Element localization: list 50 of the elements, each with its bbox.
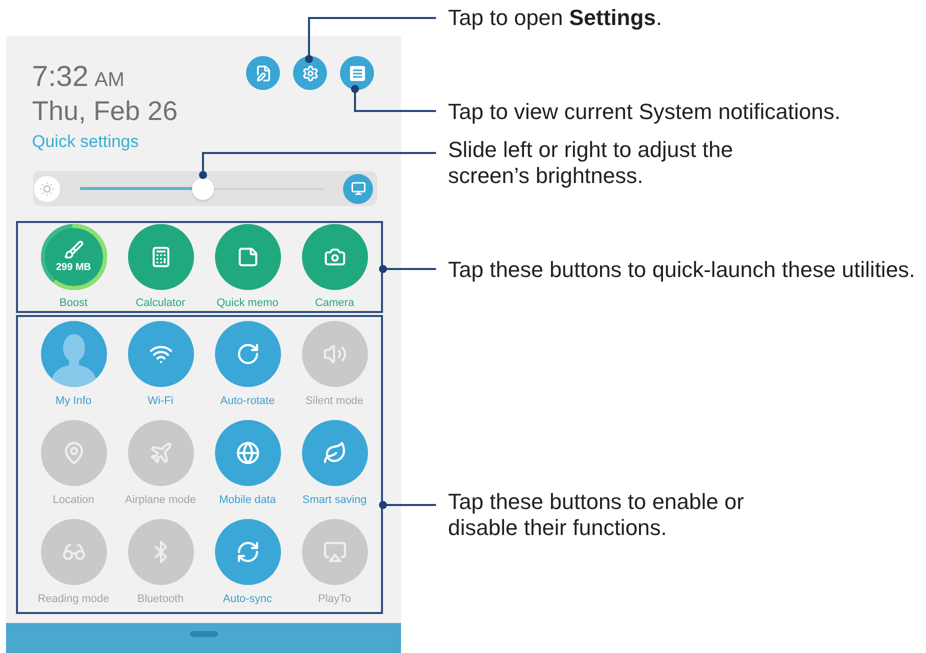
toggle-label: Mobile data (219, 493, 276, 507)
monitor-icon (350, 181, 366, 196)
toggle-label: Airplane mode (125, 493, 196, 507)
calculator-icon (150, 246, 172, 268)
boost-button[interactable]: 299 MB (40, 224, 106, 290)
toggle-label: Bluetooth (137, 592, 184, 606)
rotate-arrow-icon (236, 342, 260, 366)
toggle-label: Auto-rotate (220, 394, 275, 408)
edit-button[interactable] (246, 56, 280, 90)
toggle-label: Location (52, 493, 94, 507)
notifications-button[interactable] (340, 56, 374, 90)
toggle-label: Wi-Fi (148, 394, 174, 408)
utility-label: Camera (314, 297, 354, 310)
date-text: Thu, Feb 26 (32, 95, 178, 127)
toggle-label: Auto-sync (223, 592, 272, 606)
memory-gauge-drawing (40, 224, 106, 290)
note-pencil-icon (254, 64, 272, 82)
section-title: Quick settings (32, 131, 140, 153)
toggle-label: Silent mode (305, 394, 364, 408)
speaker-icon (322, 342, 346, 366)
clock-time: 7:32 (32, 62, 88, 92)
screen-cast-icon (322, 540, 346, 564)
utility-label: Boost (59, 297, 88, 310)
toggle-label: My Info (55, 394, 92, 408)
camera-icon (324, 246, 346, 268)
airplane-icon (148, 441, 172, 465)
globe-icon (236, 441, 260, 465)
toggle-label: Reading mode (38, 592, 110, 606)
utility-label: Quick memo (216, 297, 278, 310)
callout-text: Tap these buttons to enable or disable their functions. (448, 489, 744, 541)
list-icon (350, 66, 364, 80)
sun-icon (34, 176, 60, 202)
drag-handle[interactable] (190, 631, 218, 637)
note-icon (236, 246, 258, 268)
brush-icon (64, 240, 84, 260)
sync-icon (236, 540, 260, 564)
callout-text: Slide left or right to adjust the screen’s brightness. (448, 137, 733, 189)
settings-icon (302, 64, 318, 82)
toggle-label: Smart saving (302, 493, 367, 507)
clock-meridiem: AM (94, 68, 124, 93)
leaf-icon (322, 441, 346, 465)
slider-thumb[interactable] (192, 178, 214, 200)
callout-text: Tap these buttons to quick-launch these utilities. (448, 257, 916, 283)
auto-brightness-button[interactable] (343, 174, 373, 204)
toggle-label: PlayTo (318, 592, 352, 606)
settings-button[interactable] (293, 56, 327, 90)
callout-text: Tap to open Settings. (448, 5, 662, 31)
utility-label: Calculator (136, 297, 186, 310)
brightness-slider[interactable] (80, 178, 325, 200)
callout-text: Tap to view current System notifications. (448, 99, 840, 125)
